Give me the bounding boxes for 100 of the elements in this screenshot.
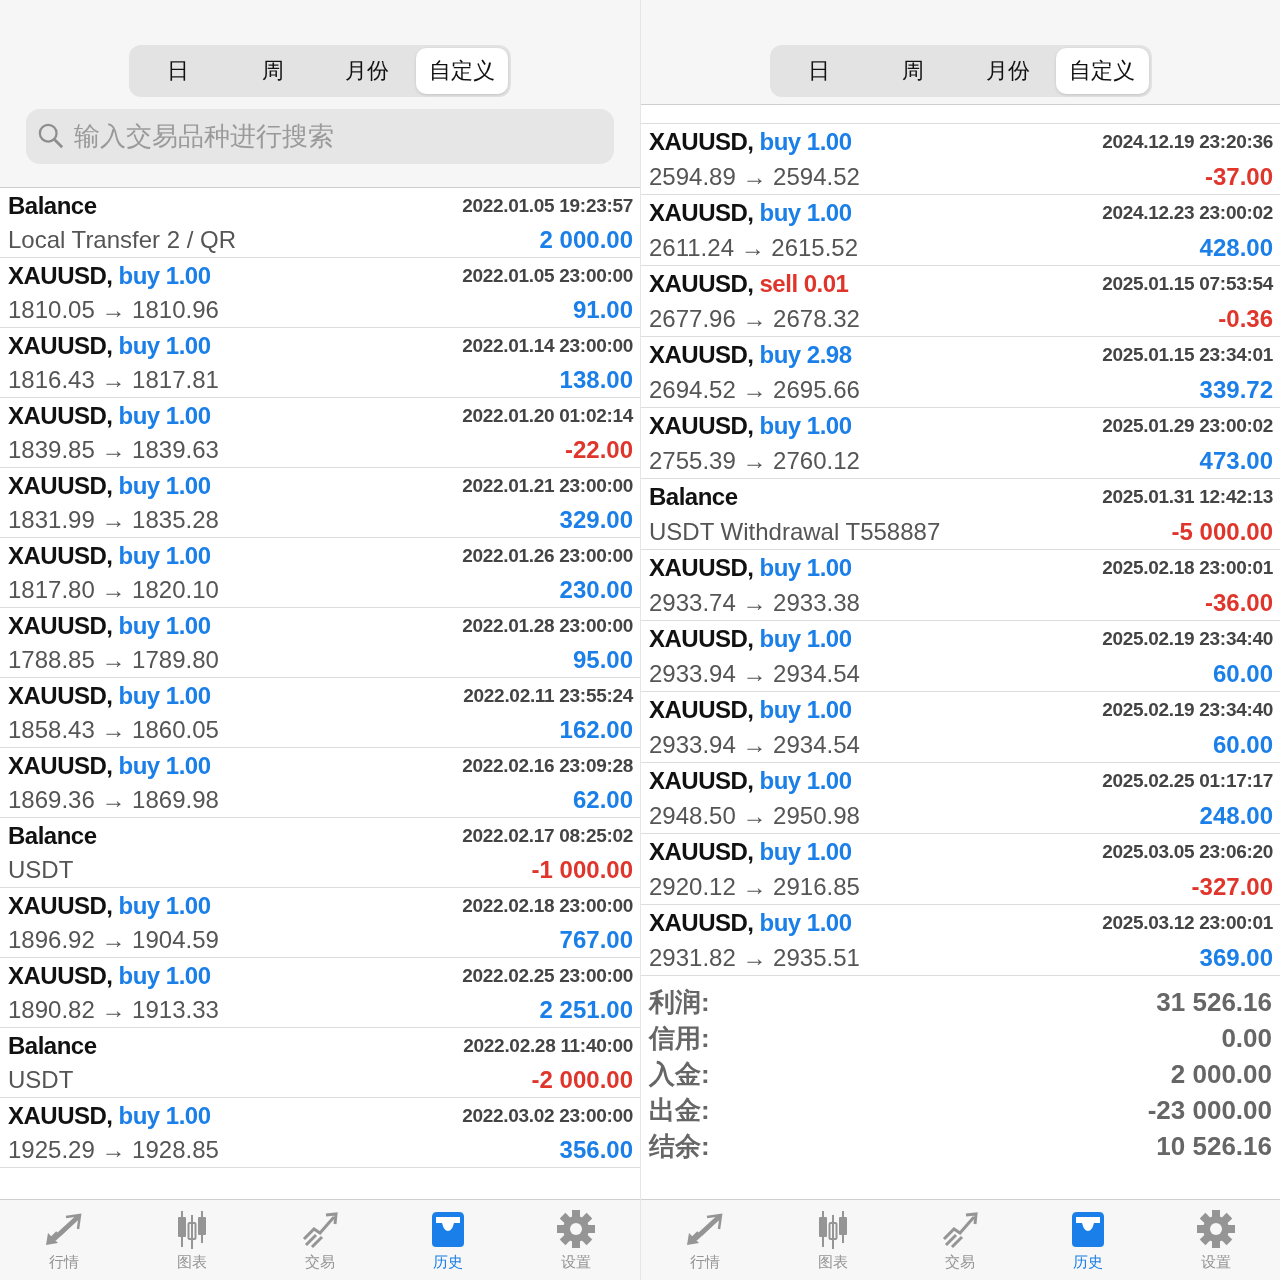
profit-value: 248.00 (1198, 802, 1273, 830)
symbol-label: XAUUSD, (649, 838, 754, 865)
history-row[interactable]: XAUUSD, buy 1.00 2024.12.23 23:00:02 2611.24 → 2615.52 428.00 (641, 195, 1280, 266)
timestamp: 2025.02.19 23:34:40 (1102, 699, 1273, 721)
period-tab[interactable]: 日 (772, 48, 865, 94)
order-label: buy 1.00 (759, 412, 852, 439)
tab-bar-item[interactable]: 历史 (384, 1200, 512, 1280)
balance-label: Balance (8, 1031, 97, 1059)
history-row[interactable]: XAUUSD, buy 1.00 2024.12.19 23:20:36 2594.89 → 2594.52 -37.00 (641, 123, 1280, 195)
period-tab[interactable]: 自定义 (1056, 48, 1149, 94)
symbol-label: XAUUSD, (649, 128, 754, 155)
period-tab[interactable]: 自定义 (415, 48, 508, 94)
summary-value: 2 000.00 (1169, 1058, 1272, 1090)
gear-icon (556, 1208, 596, 1249)
symbol-label: XAUUSD, (8, 261, 113, 289)
profit-value: -5 000.00 (1170, 518, 1273, 546)
timestamp: 2022.02.17 08:25:02 (462, 824, 633, 847)
balance-comment: Local Transfer 2 / QR (8, 226, 238, 254)
order-label: buy 1.00 (118, 611, 211, 639)
profit-value: 339.72 (1198, 376, 1273, 404)
price-range: 2594.89 → 2594.52 (649, 163, 861, 191)
summary-label: 利润: (649, 985, 710, 1019)
price-range: 2677.96 → 2678.32 (649, 305, 861, 333)
period-tab[interactable]: 周 (226, 48, 319, 94)
symbol-label: XAUUSD, (8, 401, 113, 429)
symbol-label: XAUUSD, (8, 331, 113, 359)
order-label: buy 1.00 (118, 961, 211, 989)
summary-value: 10 526.16 (1155, 1130, 1272, 1162)
timestamp: 2025.02.25 01:17:17 (1102, 770, 1273, 792)
price-range: 2611.24 → 2615.52 (649, 234, 860, 262)
tab-bar-item[interactable]: 历史 (1024, 1200, 1153, 1280)
profit-value: 60.00 (1211, 731, 1273, 759)
symbol-label: XAUUSD, (649, 270, 754, 297)
order-label: buy 1.00 (759, 554, 852, 581)
timestamp: 2022.03.02 23:00:00 (462, 1104, 633, 1127)
summary-label: 出金: (649, 1093, 710, 1127)
price-range: 2920.12 → 2916.85 (649, 873, 861, 901)
summary-value: 0.00 (1220, 1022, 1272, 1054)
symbol-label: XAUUSD, (8, 611, 113, 639)
summary-label: 入金: (649, 1057, 710, 1091)
profit-value: 62.00 (571, 786, 633, 814)
history-row[interactable]: XAUUSD, buy 1.00 2025.03.12 23:00:01 2931.82 → 2935.51 369.00 (641, 905, 1280, 976)
timestamp: 2025.02.18 23:00:01 (1102, 557, 1273, 579)
price-range: 1817.80 → 1820.10 (8, 576, 220, 604)
balance-comment: USDT Withdrawal T558887 (649, 518, 942, 546)
timestamp: 2022.02.25 23:00:00 (462, 964, 633, 987)
history-row[interactable]: XAUUSD, buy 1.00 2022.02.25 23:00:00 1890.82 → 1913.33 2 251.00 (0, 958, 640, 1028)
history-row[interactable]: Balance 2022.02.17 08:25:02 USDT -1 000.00 (0, 818, 640, 888)
summary-label: 结余: (649, 1129, 710, 1163)
timestamp: 2025.03.05 23:06:20 (1102, 841, 1273, 863)
profit-value: -22.00 (563, 436, 633, 464)
order-label: buy 1.00 (759, 696, 852, 723)
history-row[interactable]: Balance 2025.01.31 12:42:13 USDT Withdrawal T558887 -5 000.00 (641, 479, 1280, 550)
history-row[interactable]: XAUUSD, buy 1.00 2025.03.05 23:06:20 2920.12 → 2916.85 -327.00 (641, 834, 1280, 905)
balance-comment: USDT (8, 1066, 75, 1094)
timestamp: 2025.01.31 12:42:13 (1102, 486, 1273, 508)
timestamp: 2022.01.20 01:02:14 (462, 404, 633, 427)
history-row[interactable]: XAUUSD, sell 0.01 2025.01.15 07:53:54 2677.96 → 2678.32 -0.36 (641, 266, 1280, 337)
timestamp: 2022.02.16 23:09:28 (462, 754, 633, 777)
profit-value: 95.00 (571, 646, 633, 674)
balance-comment: USDT (8, 856, 75, 884)
symbol-label: XAUUSD, (649, 625, 754, 652)
profit-value: -327.00 (1190, 873, 1273, 901)
symbol-label: XAUUSD, (649, 909, 754, 936)
search-field[interactable]: 输入交易品种进行搜索 (26, 109, 614, 164)
profit-value: 138.00 (558, 366, 633, 394)
order-label: sell 0.01 (759, 270, 849, 297)
order-label: buy 1.00 (118, 401, 211, 429)
period-tab[interactable]: 日 (132, 48, 225, 94)
period-tab[interactable]: 周 (867, 48, 960, 94)
summary-label: 信用: (649, 1021, 710, 1055)
history-row[interactable]: XAUUSD, buy 1.00 2022.01.20 01:02:14 1839.85 → 1839.63 -22.00 (0, 398, 640, 468)
summary-value: -23 000.00 (1146, 1094, 1272, 1126)
history-row[interactable]: Balance 2022.02.28 11:40:00 USDT -2 000.00 (0, 1028, 640, 1098)
price-range: 2933.94 → 2934.54 (649, 660, 861, 688)
order-label: buy 1.00 (118, 681, 211, 709)
symbol-label: XAUUSD, (8, 541, 113, 569)
timestamp: 2022.01.05 19:23:57 (462, 194, 633, 217)
symbol-label: XAUUSD, (649, 696, 754, 723)
symbol-label: XAUUSD, (8, 751, 113, 779)
timestamp: 2025.01.15 07:53:54 (1102, 273, 1273, 295)
history-row[interactable]: XAUUSD, buy 1.00 2025.01.29 23:00:02 2755.39 → 2760.12 473.00 (641, 408, 1280, 479)
profit-value: 767.00 (558, 926, 633, 954)
profit-value: 329.00 (558, 506, 633, 534)
period-tab[interactable]: 月份 (321, 48, 414, 94)
symbol-label: XAUUSD, (649, 412, 754, 439)
order-label: buy 1.00 (118, 331, 211, 359)
history-row[interactable]: XAUUSD, buy 1.00 2025.02.18 23:00:01 2933.74 → 2933.38 -36.00 (641, 550, 1280, 621)
profit-value: 60.00 (1211, 660, 1273, 688)
period-tab[interactable]: 月份 (961, 48, 1054, 94)
timestamp: 2022.01.26 23:00:00 (462, 544, 633, 567)
order-label: buy 1.00 (118, 1101, 211, 1129)
history-row[interactable]: XAUUSD, buy 1.00 2022.03.02 23:00:00 1925.29 → 1928.85 356.00 (0, 1098, 640, 1168)
symbol-label: XAUUSD, (8, 961, 113, 989)
gear-icon (1196, 1208, 1237, 1249)
history-row[interactable]: XAUUSD, buy 1.00 2022.02.16 23:09:28 1869.36 → 1869.98 62.00 (0, 748, 640, 818)
price-range: 2933.94 → 2934.54 (649, 731, 861, 759)
timestamp: 2025.01.29 23:00:02 (1102, 415, 1273, 437)
timestamp: 2025.01.15 23:34:01 (1102, 344, 1273, 366)
order-label: buy 2.98 (759, 341, 852, 368)
